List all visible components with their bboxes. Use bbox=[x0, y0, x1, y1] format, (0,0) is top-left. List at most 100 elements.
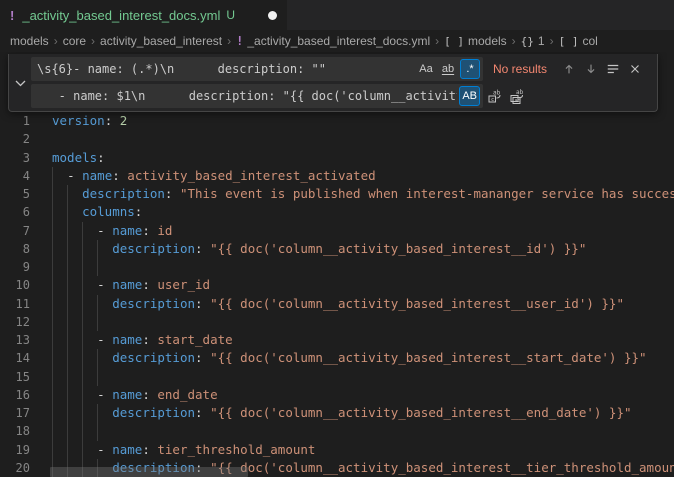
breadcrumb-separator-icon: › bbox=[512, 34, 516, 48]
unsaved-dot-icon[interactable] bbox=[268, 11, 277, 20]
editor[interactable]: \s{6}- name: (.*)\n description: "" Aa a… bbox=[0, 52, 674, 477]
code-line[interactable]: 15 bbox=[0, 368, 674, 386]
indent-guide bbox=[52, 276, 53, 294]
line-number: 10 bbox=[0, 276, 30, 294]
code-line[interactable]: 4 - name: activity_based_interest_activa… bbox=[0, 167, 674, 185]
indent-guide bbox=[97, 313, 98, 331]
yaml-symbol-icon: ! bbox=[236, 34, 243, 48]
breadcrumb-item-1[interactable]: {}1 bbox=[521, 34, 545, 48]
code-text: - name: activity_based_interest_activate… bbox=[30, 167, 674, 185]
find-input[interactable]: \s{6}- name: (.*)\n description: "" Aa a… bbox=[31, 57, 483, 81]
line-number: 18 bbox=[0, 422, 30, 440]
svg-text:c: c bbox=[491, 97, 494, 103]
line-number: 8 bbox=[0, 240, 30, 258]
indent-guide bbox=[67, 276, 68, 294]
code-line[interactable]: 2 bbox=[0, 130, 674, 148]
replace-row: - name: $1\n description: "{{ doc('colum… bbox=[31, 84, 653, 108]
code-line[interactable]: 11 description: "{{ doc('column__activit… bbox=[0, 295, 674, 313]
code-lines: 1version: 223models:4 - name: activity_b… bbox=[0, 112, 674, 477]
breadcrumb-label: models bbox=[468, 34, 507, 48]
breadcrumb-item-_activity_based_interest_docs.yml[interactable]: !_activity_based_interest_docs.yml bbox=[236, 34, 430, 48]
indent-guide bbox=[67, 185, 68, 203]
line-number: 11 bbox=[0, 295, 30, 313]
indent-guide bbox=[52, 404, 53, 422]
code-text: - name: end_date bbox=[30, 386, 674, 404]
breadcrumb-item-activity_based_interest[interactable]: activity_based_interest bbox=[100, 34, 222, 48]
code-text bbox=[30, 313, 674, 331]
replace-button[interactable]: ab c bbox=[485, 86, 505, 106]
code-line[interactable]: 1version: 2 bbox=[0, 112, 674, 130]
code-line[interactable]: 8 description: "{{ doc('column__activity… bbox=[0, 240, 674, 258]
svg-text:ab: ab bbox=[493, 90, 501, 97]
horizontal-scrollbar[interactable] bbox=[50, 467, 248, 477]
indent-guide bbox=[52, 349, 53, 367]
close-find-button[interactable] bbox=[625, 59, 645, 79]
line-number: 5 bbox=[0, 185, 30, 203]
indent-guide bbox=[82, 404, 83, 422]
line-number: 15 bbox=[0, 368, 30, 386]
tab-filename: _activity_based_interest_docs.yml bbox=[22, 8, 220, 23]
preserve-case-toggle[interactable]: AB bbox=[459, 86, 480, 106]
indent-guide bbox=[97, 295, 98, 313]
breadcrumb-separator-icon: › bbox=[54, 34, 58, 48]
code-line[interactable]: 7 - name: id bbox=[0, 222, 674, 240]
find-in-selection-button[interactable] bbox=[603, 59, 623, 79]
code-text: description: "{{ doc('column__activity_b… bbox=[30, 404, 674, 422]
code-text: - name: user_id bbox=[30, 276, 674, 294]
indent-guide bbox=[67, 441, 68, 459]
code-line[interactable]: 5 description: "This event is published … bbox=[0, 185, 674, 203]
indent-guide bbox=[82, 313, 83, 331]
regex-toggle[interactable]: .* bbox=[460, 59, 480, 79]
next-match-button[interactable] bbox=[581, 59, 601, 79]
code-line[interactable]: 14 description: "{{ doc('column__activit… bbox=[0, 349, 674, 367]
breadcrumb-separator-icon: › bbox=[227, 34, 231, 48]
indent-guide bbox=[52, 222, 53, 240]
code-line[interactable]: 3models: bbox=[0, 149, 674, 167]
breadcrumb-separator-icon: › bbox=[91, 34, 95, 48]
match-case-toggle[interactable]: Aa bbox=[416, 59, 436, 79]
indent-guide bbox=[82, 386, 83, 404]
code-line[interactable]: 6 columns: bbox=[0, 203, 674, 221]
line-number: 16 bbox=[0, 386, 30, 404]
find-results-count: No results bbox=[493, 62, 557, 76]
indent-guide bbox=[52, 167, 53, 185]
code-line[interactable]: 9 bbox=[0, 258, 674, 276]
code-text: columns: bbox=[30, 203, 674, 221]
find-row: \s{6}- name: (.*)\n description: "" Aa a… bbox=[31, 57, 653, 81]
breadcrumb-item-col[interactable]: [ ]col bbox=[559, 34, 598, 48]
indent-guide bbox=[82, 258, 83, 276]
line-number: 2 bbox=[0, 130, 30, 148]
toggle-replace-chevron-icon[interactable] bbox=[13, 76, 27, 90]
breadcrumb-label: activity_based_interest bbox=[100, 34, 222, 48]
code-line[interactable]: 13 - name: start_date bbox=[0, 331, 674, 349]
tab-active-file[interactable]: ! _activity_based_interest_docs.yml U bbox=[0, 0, 287, 30]
array-symbol-icon: [ ] bbox=[559, 35, 579, 48]
code-line[interactable]: 17 description: "{{ doc('column__activit… bbox=[0, 404, 674, 422]
indent-guide bbox=[52, 441, 53, 459]
code-line[interactable]: 18 bbox=[0, 422, 674, 440]
indent-guide bbox=[52, 203, 53, 221]
indent-guide bbox=[67, 240, 68, 258]
indent-guide bbox=[52, 295, 53, 313]
whole-word-toggle[interactable]: ab bbox=[438, 59, 458, 79]
breadcrumb-item-models[interactable]: models bbox=[10, 34, 49, 48]
indent-guide bbox=[82, 295, 83, 313]
breadcrumb-label: core bbox=[63, 34, 86, 48]
git-untracked-badge: U bbox=[226, 8, 235, 22]
previous-match-button[interactable] bbox=[559, 59, 579, 79]
indent-guide bbox=[82, 240, 83, 258]
breadcrumb-item-core[interactable]: core bbox=[63, 34, 86, 48]
code-line[interactable]: 12 bbox=[0, 313, 674, 331]
indent-guide bbox=[52, 258, 53, 276]
indent-guide bbox=[82, 441, 83, 459]
code-line[interactable]: 19 - name: tier_threshold_amount bbox=[0, 441, 674, 459]
replace-all-button[interactable]: ab ac bbox=[507, 86, 527, 106]
line-number: 14 bbox=[0, 349, 30, 367]
breadcrumb-label: models bbox=[10, 34, 49, 48]
code-line[interactable]: 16 - name: end_date bbox=[0, 386, 674, 404]
replace-input[interactable]: - name: $1\n description: "{{ doc('colum… bbox=[31, 84, 483, 108]
yaml-file-icon: ! bbox=[10, 8, 14, 23]
indent-guide bbox=[67, 258, 68, 276]
breadcrumb-item-models[interactable]: [ ]models bbox=[444, 34, 507, 48]
code-line[interactable]: 10 - name: user_id bbox=[0, 276, 674, 294]
